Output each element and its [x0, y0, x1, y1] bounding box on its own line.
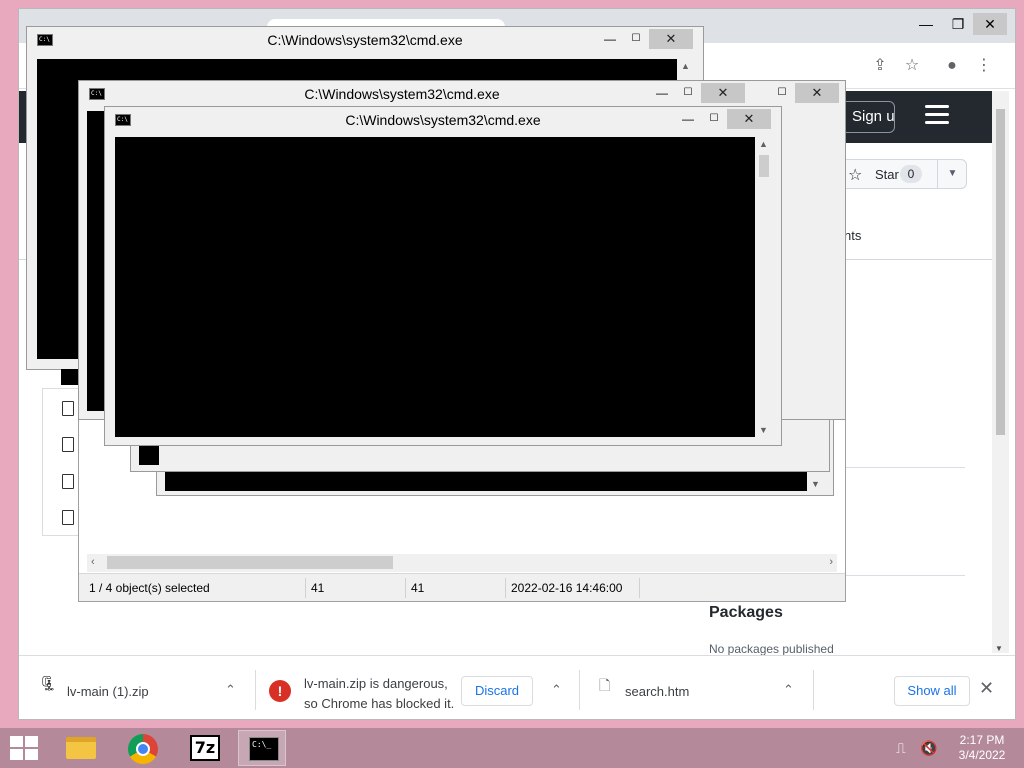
system-clock[interactable]: 2:17 PM 3/4/2022	[950, 733, 1014, 763]
chrome-close-button[interactable]: ✕	[973, 13, 1007, 35]
maximize-button[interactable]: ☐	[623, 29, 649, 49]
blocked-line-1: lv-main.zip is dangerous,	[304, 676, 448, 691]
scroll-up-icon[interactable]: ▲	[759, 139, 768, 149]
close-icon[interactable]: ✕	[979, 678, 994, 699]
divider	[405, 578, 406, 598]
cmd-window-active[interactable]: C:\ C:\Windows\system32\cmd.exe — ☐ ✕ ▲ …	[104, 106, 782, 446]
download-filename: lv-main (1).zip	[67, 684, 149, 699]
speaker-muted-icon[interactable]: 🔇	[920, 740, 937, 768]
scrollbar-thumb[interactable]	[759, 155, 769, 177]
blocked-line-2: so Chrome has blocked it.	[304, 696, 455, 711]
divider	[813, 670, 814, 710]
divider	[305, 578, 306, 598]
page-scrollbar[interactable]: ▼	[992, 91, 1009, 653]
close-button[interactable]: ✕	[701, 83, 745, 103]
minimize-button[interactable]: —	[649, 83, 675, 103]
star-button[interactable]: ☆ Star 0 ▼	[839, 159, 967, 189]
share-icon[interactable]: ⇪	[869, 55, 891, 77]
clock-time: 2:17 PM	[959, 733, 1005, 747]
divider	[579, 670, 580, 710]
windows-start-icon[interactable]	[10, 736, 38, 760]
title-bar[interactable]: C:\ C:\Windows\system32\cmd.exe — ☐ ✕	[105, 107, 781, 133]
divider	[505, 578, 506, 598]
bookmark-star-icon[interactable]: ☆	[901, 55, 923, 77]
title-bar[interactable]: C:\ C:\Windows\system32\cmd.exe — ☐ ✕ ☐ …	[79, 81, 845, 107]
discard-button[interactable]: Discard	[461, 676, 533, 706]
chrome-taskbar-button[interactable]	[118, 730, 166, 766]
console-area[interactable]	[115, 137, 755, 437]
file-icon[interactable]	[62, 437, 74, 452]
clock-date: 3/4/2022	[958, 748, 1006, 762]
star-icon: ☆	[848, 167, 863, 184]
no-packages-text: No packages published	[709, 642, 834, 656]
packages-heading[interactable]: Packages	[709, 604, 783, 622]
star-label: Star	[875, 167, 899, 182]
chrome-minimize-button[interactable]: —	[909, 13, 943, 35]
console-scrollbar[interactable]: ▲ ▼	[755, 137, 773, 437]
scroll-left-icon[interactable]: ‹	[91, 556, 95, 568]
network-icon[interactable]: ⎍	[896, 740, 906, 768]
file-icon[interactable]	[62, 401, 74, 416]
selection-status: 1 / 4 object(s) selected	[89, 581, 210, 595]
7zip-icon: 7z	[190, 735, 220, 761]
packed-size-value: 41	[411, 581, 425, 595]
cmd-icon: C:\_	[249, 737, 279, 761]
maximize-button[interactable]: ☐	[701, 109, 727, 129]
chevron-up-icon[interactable]: ⌃	[225, 682, 236, 698]
chrome-menu-icon[interactable]: ⋮	[973, 55, 995, 77]
download-item[interactable]: 🗋 search.htm ⌃	[589, 656, 811, 720]
download-bar: 🗜 lv-main (1).zip ⌃ ! lv-main.zip is dan…	[19, 655, 1015, 719]
minimize-button[interactable]: —	[597, 29, 623, 49]
modified-date: 2022-02-16 14:46:00	[511, 581, 623, 595]
minimize-button[interactable]: —	[675, 109, 701, 129]
maximize-button[interactable]: ☐	[675, 83, 701, 103]
7zip-taskbar-button[interactable]: 7z	[180, 730, 228, 766]
blocked-download-message: lv-main.zip is dangerous, so Chrome has …	[304, 674, 454, 714]
chevron-up-icon[interactable]: ⌃	[783, 682, 794, 698]
divider	[639, 578, 640, 598]
horizontal-scrollbar[interactable]: ‹ ›	[87, 554, 837, 572]
console-fragment	[61, 369, 79, 385]
file-icon[interactable]	[62, 510, 74, 525]
chrome-maximize-button[interactable]: ❐	[941, 13, 975, 35]
scroll-down-icon[interactable]: ▼	[759, 425, 768, 435]
star-count: 0	[900, 165, 922, 183]
size-value: 41	[311, 581, 325, 595]
chrome-icon	[128, 734, 158, 764]
status-bar: 1 / 4 object(s) selected 41 41 2022-02-1…	[79, 573, 845, 601]
close-button[interactable]: ✕	[727, 109, 771, 129]
danger-icon: !	[269, 680, 291, 702]
scrollbar-thumb[interactable]	[107, 556, 393, 569]
cmd-taskbar-button[interactable]: C:\_	[238, 730, 286, 766]
scroll-up-icon[interactable]: ▲	[681, 61, 690, 71]
file-explorer-taskbar-button[interactable]	[56, 730, 104, 766]
show-all-button[interactable]: Show all	[894, 676, 970, 706]
close-button[interactable]: ✕	[649, 29, 693, 49]
repo-tab-fragment[interactable]: nts	[844, 228, 861, 243]
taskbar: 7z C:\_ ⎍ 🔇 2:17 PM 3/4/2022	[0, 728, 1024, 768]
download-item[interactable]: 🗜 lv-main (1).zip ⌃	[19, 656, 259, 720]
scroll-right-icon[interactable]: ›	[829, 556, 833, 568]
file-list-strip	[42, 388, 80, 536]
scrollbar-thumb[interactable]	[996, 109, 1005, 435]
file-icon: 🗋	[599, 677, 611, 693]
close-button[interactable]: ✕	[795, 83, 839, 103]
file-icon[interactable]	[62, 474, 74, 489]
folder-icon	[66, 737, 96, 759]
chevron-up-icon[interactable]: ⌃	[551, 682, 562, 698]
scroll-down-icon[interactable]: ▼	[995, 644, 1003, 653]
scroll-down-icon[interactable]: ▼	[811, 479, 820, 489]
divider	[255, 670, 256, 710]
maximize-button[interactable]: ☐	[769, 83, 795, 103]
title-bar[interactable]: C:\ C:\Windows\system32\cmd.exe — ☐ ✕	[27, 27, 703, 53]
download-filename: search.htm	[625, 684, 690, 699]
hamburger-menu-icon[interactable]	[925, 105, 949, 125]
zip-file-icon: 🗜	[39, 675, 57, 691]
profile-icon[interactable]: ●	[941, 55, 963, 77]
star-dropdown-icon[interactable]: ▼	[937, 160, 967, 188]
